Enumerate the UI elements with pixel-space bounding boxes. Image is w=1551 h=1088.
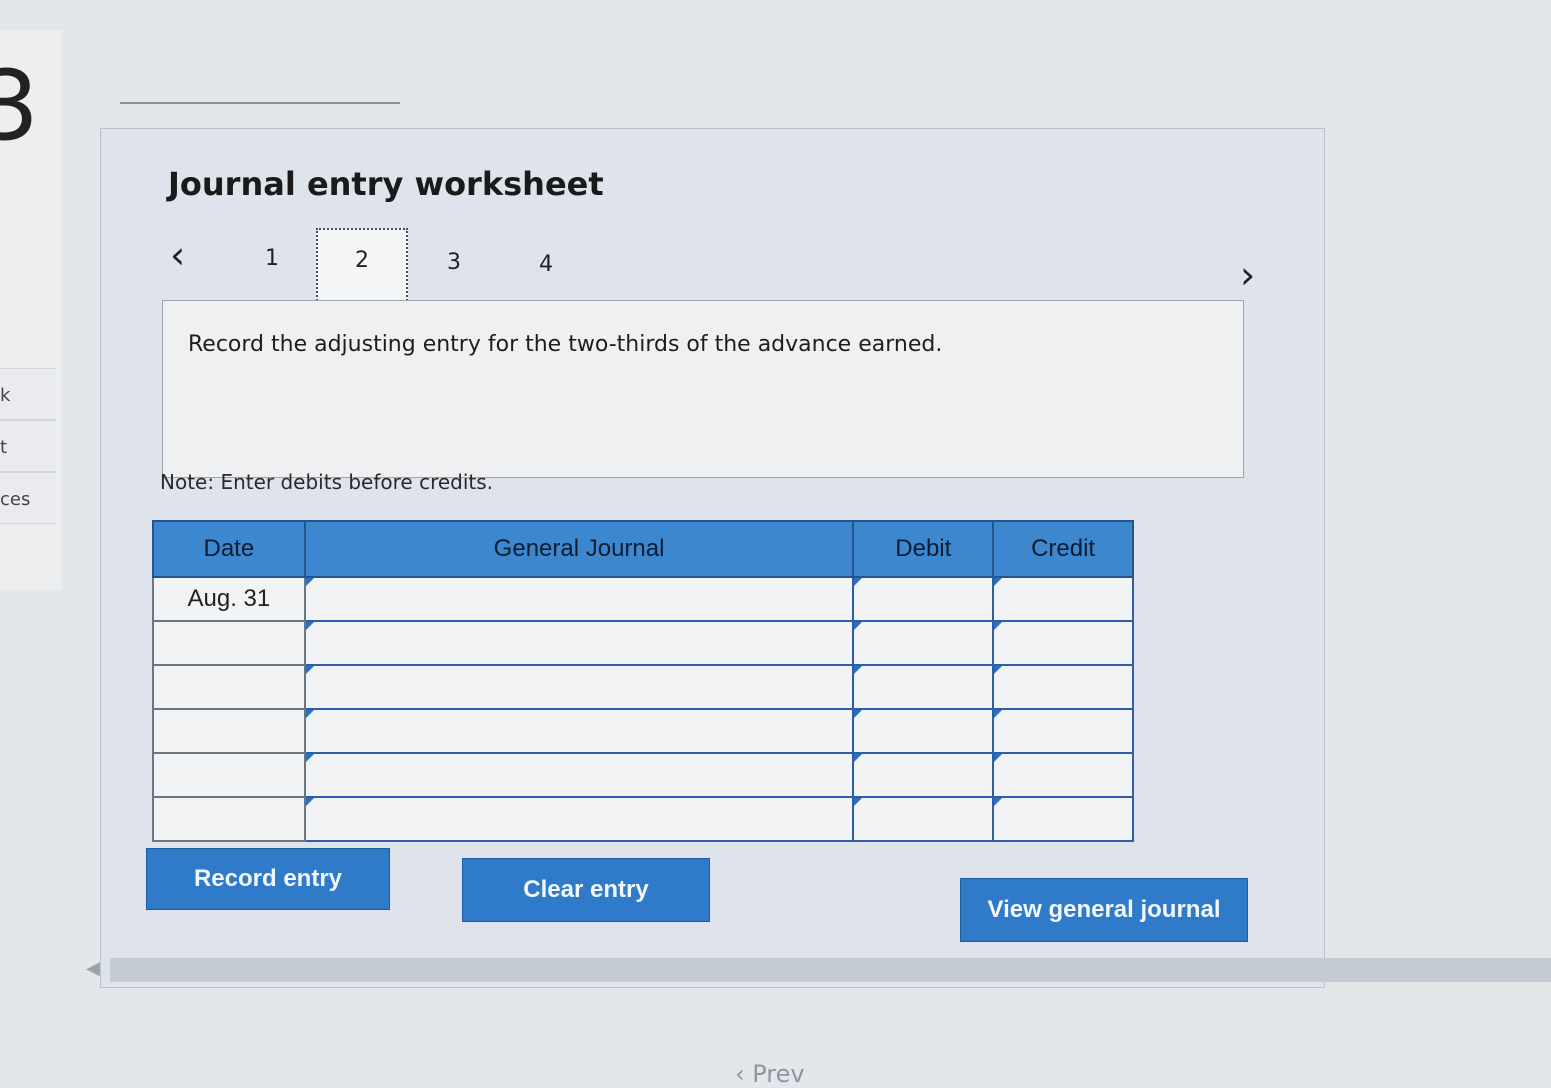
header-debit: Debit [852,520,995,578]
prompt-box [162,300,1244,478]
header-credit: Credit [992,520,1134,578]
dropdown-marker-icon [305,666,314,674]
dropdown-marker-icon [994,578,1003,586]
credit-input[interactable] [992,576,1134,622]
debit-input[interactable] [852,752,995,798]
step-2-active[interactable]: 2 [316,228,408,304]
dropdown-marker-icon [305,710,314,718]
sidebar-item-1[interactable]: k [0,368,56,420]
dropdown-marker-icon [305,578,314,586]
account-input[interactable] [303,796,855,842]
journal-header-row: Date General Journal Debit Credit [152,520,1134,578]
note-text: Note: Enter debits before credits. [160,470,494,494]
debit-input[interactable] [852,620,995,666]
view-general-journal-button[interactable]: View general journal [960,878,1248,942]
date-cell[interactable] [152,620,306,666]
account-input[interactable] [303,664,855,710]
journal-table: Date General Journal Debit Credit Aug. 3… [152,520,1134,842]
dropdown-marker-icon [305,622,314,630]
sidebar-nav: k t ces [0,368,56,524]
chevron-right-icon[interactable]: › [1240,256,1255,294]
credit-input[interactable] [992,752,1134,798]
header-general-journal: General Journal [303,520,855,578]
dropdown-marker-icon [854,798,863,806]
prev-label: Prev [752,1060,805,1088]
step-1[interactable]: 1 [252,246,292,271]
date-cell[interactable] [152,796,306,842]
chevron-left-icon[interactable]: ‹ [170,236,185,274]
worksheet-title: Journal entry worksheet [168,165,604,203]
question-number: 3 [0,50,40,162]
debit-input[interactable] [852,708,995,754]
account-input[interactable] [303,620,855,666]
account-input[interactable] [303,708,855,754]
record-entry-button[interactable]: Record entry [146,848,390,910]
debit-input[interactable] [852,664,995,710]
date-cell[interactable] [152,664,306,710]
sidebar-item-2[interactable]: t [0,420,56,472]
dropdown-marker-icon [854,710,863,718]
dropdown-marker-icon [994,754,1003,762]
table-row [152,620,1134,666]
dropdown-marker-icon [854,666,863,674]
table-row [152,752,1134,798]
credit-input[interactable] [992,796,1134,842]
scroll-left-icon[interactable]: ◀ [86,958,100,979]
dropdown-marker-icon [854,622,863,630]
date-cell[interactable]: Aug. 31 [152,576,306,622]
date-cell[interactable] [152,708,306,754]
dropdown-marker-icon [994,710,1003,718]
dropdown-marker-icon [994,798,1003,806]
step-4[interactable]: 4 [526,252,566,277]
dropdown-marker-icon [994,622,1003,630]
sidebar-item-3[interactable]: ces [0,472,56,524]
date-cell[interactable] [152,752,306,798]
debit-input[interactable] [852,796,995,842]
table-row [152,796,1134,842]
credit-input[interactable] [992,620,1134,666]
credit-input[interactable] [992,664,1134,710]
horizontal-scrollbar[interactable] [110,958,1551,982]
table-row [152,708,1134,754]
dropdown-marker-icon [854,578,863,586]
dropdown-marker-icon [305,798,314,806]
header-date: Date [152,520,306,578]
dropdown-marker-icon [994,666,1003,674]
debit-input[interactable] [852,576,995,622]
prev-link[interactable]: ‹ Prev [735,1060,805,1088]
clear-entry-button[interactable]: Clear entry [462,858,710,922]
table-row: Aug. 31 [152,576,1134,622]
dropdown-marker-icon [305,754,314,762]
prompt-text: Record the adjusting entry for the two-t… [188,332,943,357]
account-input[interactable] [303,576,855,622]
step-3[interactable]: 3 [434,250,474,275]
table-row [152,664,1134,710]
dropdown-marker-icon [854,754,863,762]
credit-input[interactable] [992,708,1134,754]
divider [120,102,400,104]
account-input[interactable] [303,752,855,798]
